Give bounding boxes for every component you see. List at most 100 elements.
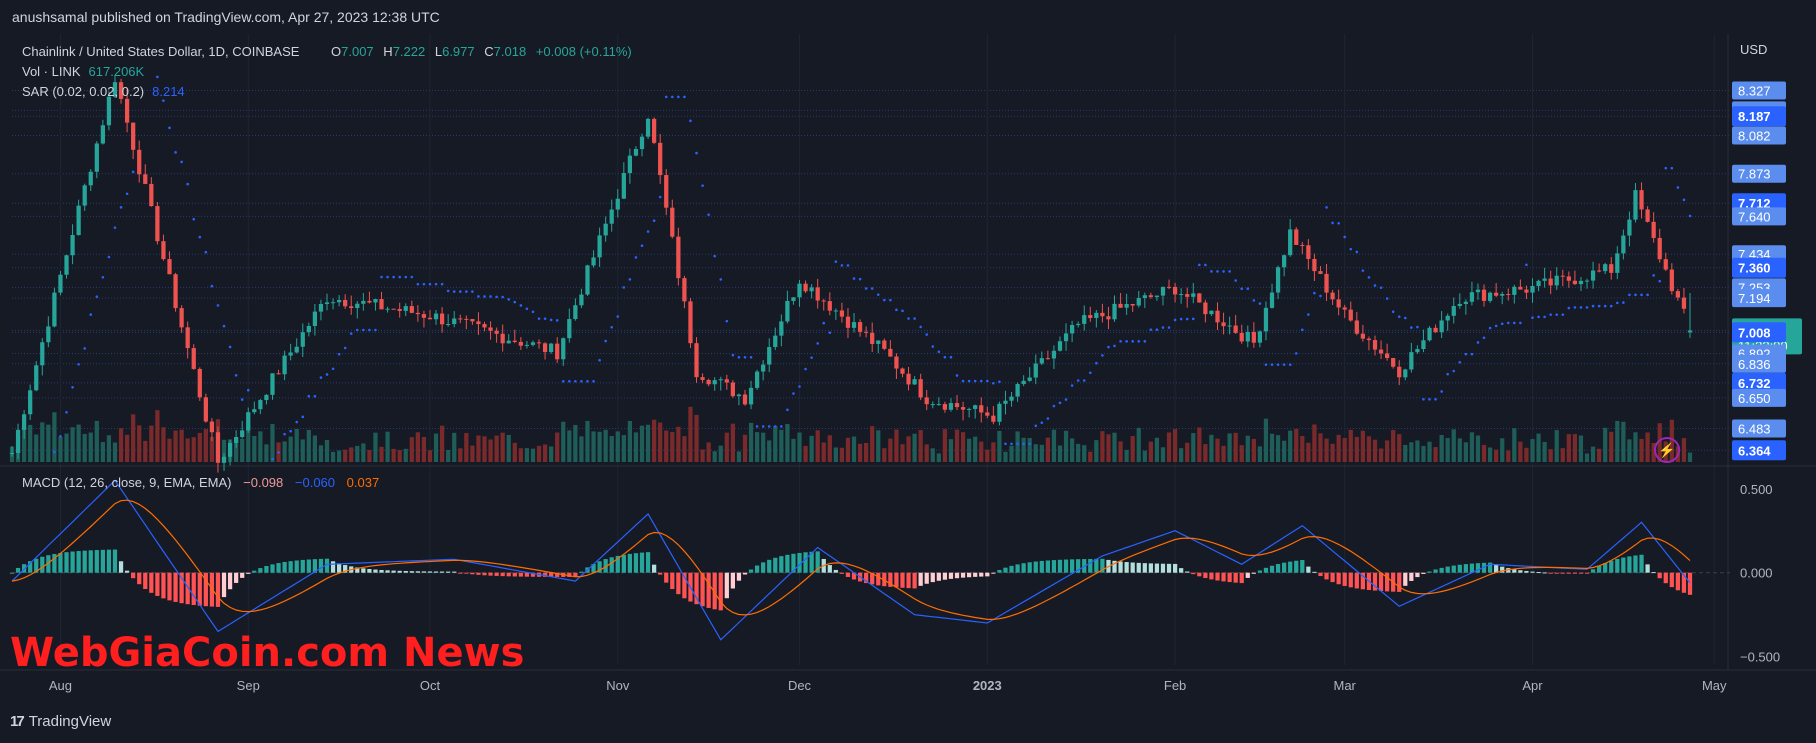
candle [658, 142, 663, 176]
volume-bar [300, 439, 305, 462]
volume-bar [191, 437, 196, 462]
macd-histogram-bar [845, 572, 851, 577]
macd-histogram-bar [1421, 572, 1426, 574]
sar-dot [1331, 221, 1334, 225]
sar-dot [1294, 352, 1298, 355]
macd-histogram-bar [900, 572, 905, 588]
macd-histogram-bar [1512, 569, 1517, 573]
volume-bar [1039, 444, 1044, 462]
candle [1148, 295, 1153, 298]
sar-dot [101, 275, 105, 279]
candle [1597, 270, 1602, 272]
lightning-icon[interactable]: ⚡ [1654, 437, 1680, 463]
candle [1687, 330, 1693, 333]
sar-dot [113, 226, 117, 229]
candle [1663, 259, 1668, 270]
volume-bar [379, 446, 384, 462]
sar-dot [780, 425, 783, 428]
candle [1681, 297, 1687, 309]
candle [1203, 302, 1208, 315]
volume-bar [1082, 445, 1087, 462]
sar-dot [1434, 397, 1437, 401]
sar-dot [1143, 340, 1147, 343]
volume-bar [1282, 440, 1287, 462]
sar-dot [664, 95, 668, 99]
sar-dot [168, 126, 171, 130]
candle [1560, 275, 1565, 277]
volume-bar [839, 447, 845, 462]
candle [452, 318, 457, 324]
candle [94, 143, 99, 172]
macd-histogram-bar [670, 572, 675, 590]
sar-dot [749, 355, 753, 359]
volume-bar [137, 425, 142, 462]
sar-dot [1228, 270, 1231, 273]
price-tick-label: 6.483 [1738, 421, 1771, 436]
price-tick-label: 7.360 [1738, 261, 1771, 276]
macd-histogram-bar [645, 552, 651, 573]
macd-histogram-bar [403, 571, 408, 573]
volume-bar [639, 425, 645, 462]
candle [1009, 396, 1014, 401]
candle [336, 299, 342, 303]
candle [1318, 271, 1323, 274]
macd-histogram-bar [1348, 572, 1353, 588]
sar-dot [1010, 442, 1013, 446]
sar-dot [1167, 326, 1171, 329]
volume-bar [579, 436, 584, 462]
macd-histogram-bar [954, 572, 960, 579]
sar-dot [1494, 324, 1498, 328]
volume-bar [1172, 429, 1178, 462]
candle [530, 342, 536, 345]
sar-dot [1137, 340, 1141, 343]
sar-dot [331, 367, 335, 371]
volume-bar [936, 453, 941, 462]
sar-dot [973, 379, 977, 383]
volume-bar [118, 428, 124, 462]
macd-histogram-bar [1227, 572, 1232, 583]
sar-dot [1258, 302, 1262, 305]
price-tick-label: 7.008 [1738, 325, 1771, 340]
volume-bar [736, 451, 742, 462]
volume-bar [767, 440, 772, 462]
candle [421, 314, 427, 318]
price-tick-label: 6.732 [1738, 376, 1771, 391]
candle [882, 340, 887, 349]
volume-bar [1185, 442, 1190, 462]
candle [973, 405, 978, 409]
sar-dot [1313, 291, 1316, 295]
sar-dot [622, 286, 626, 289]
macd-histogram-bar [1378, 572, 1384, 592]
macd-histogram-bar [1584, 572, 1590, 574]
macd-histogram-bar [1633, 555, 1638, 573]
candle [591, 257, 596, 266]
macd-histogram-bar [1342, 572, 1347, 586]
volume-bar [294, 429, 299, 462]
sar-dot [985, 379, 989, 383]
volume-bar [282, 441, 287, 462]
candle [106, 96, 112, 126]
candle [997, 403, 1002, 422]
macd-histogram-bar [336, 563, 342, 573]
candle [500, 333, 505, 344]
tradingview-logo[interactable]: 17 TradingView [10, 713, 111, 730]
sar-dot [1022, 442, 1025, 446]
price-tick-label: 7.640 [1738, 209, 1771, 224]
candle [494, 330, 499, 334]
candle [306, 325, 311, 333]
macd-histogram-bar [270, 564, 275, 573]
macd-histogram-bar [1124, 562, 1129, 573]
sar-dot [71, 385, 74, 389]
candle [833, 310, 838, 312]
macd-histogram-bar [833, 569, 838, 573]
volume-bar [1203, 444, 1208, 462]
sar-dot [1634, 293, 1637, 297]
candle [1294, 229, 1299, 245]
sar-dot [1416, 325, 1419, 329]
candle [603, 223, 608, 236]
macd-histogram-bar [1015, 564, 1020, 573]
volume-bar [1112, 432, 1117, 462]
sar-dot [1191, 317, 1195, 321]
sar-dot [743, 355, 747, 359]
volume-bar [1590, 446, 1596, 462]
